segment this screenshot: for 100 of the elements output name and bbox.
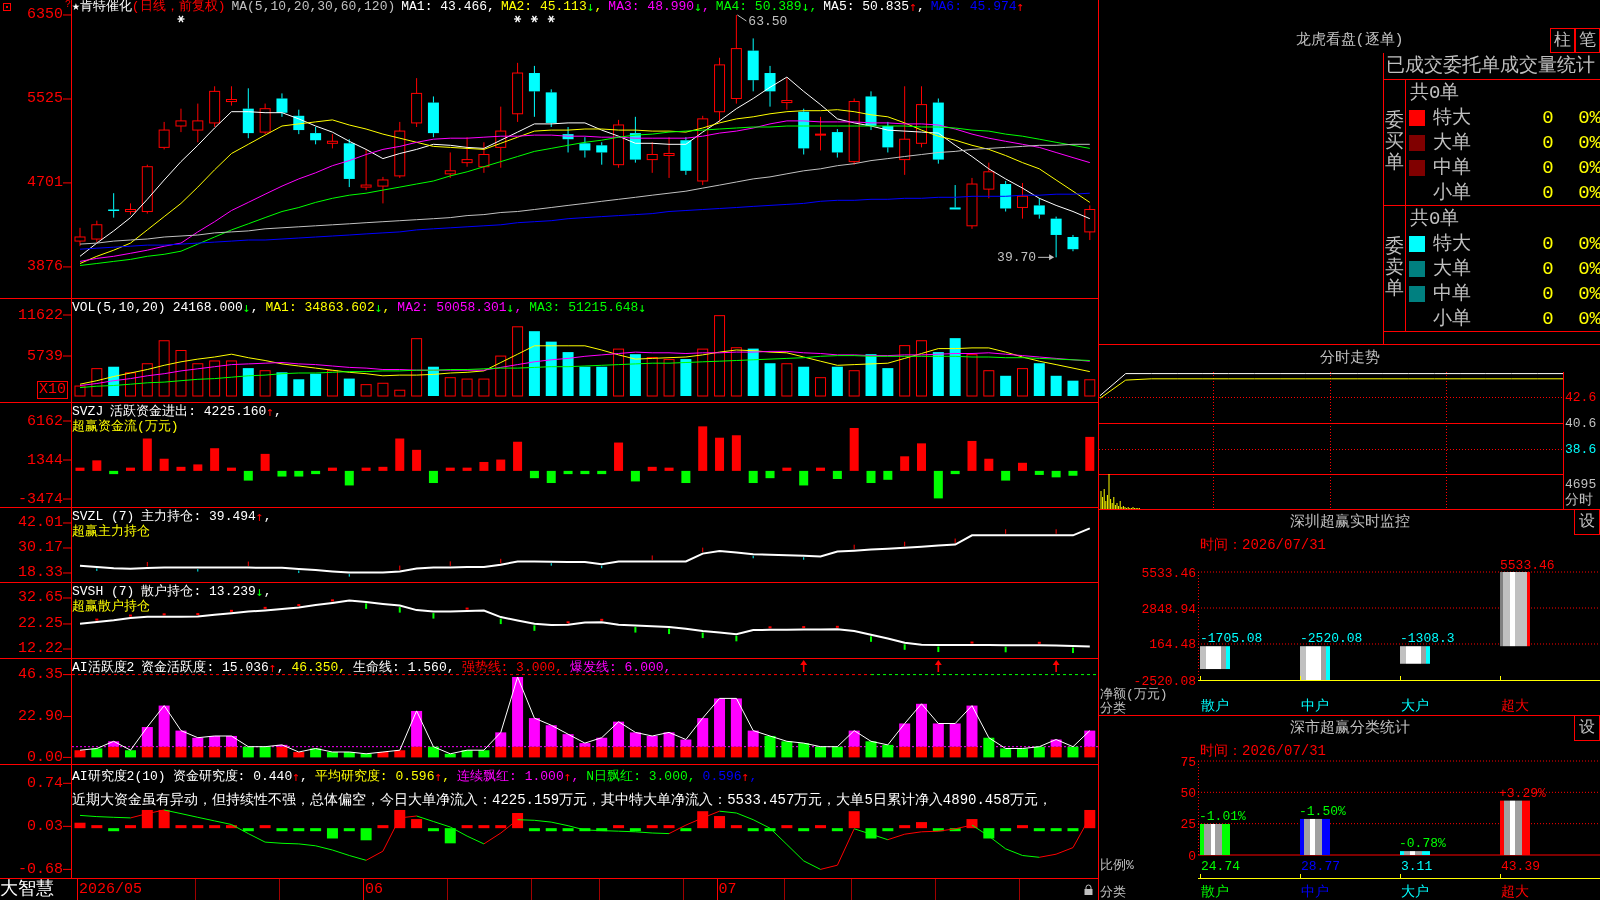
separator-text: , [250, 300, 259, 315]
data-label: 43.39 [1501, 859, 1540, 874]
axis-tick-label: 50 [1180, 785, 1196, 801]
category-label: 中户 [1301, 884, 1329, 900]
category-label: 大户 [1401, 698, 1429, 714]
separator-text: , [274, 404, 282, 419]
order-count: 0 [1542, 106, 1554, 129]
category-label: 大户 [1401, 884, 1429, 900]
category-label: 中户 [1301, 698, 1329, 714]
order-size-label: 特大 [1433, 106, 1471, 129]
order-count: 0 [1542, 156, 1554, 179]
data-label: 3.11 [1401, 859, 1433, 874]
order-total: 共0单 [1410, 81, 1460, 104]
axis-tick-label: 5533.46 [1141, 565, 1196, 581]
legend-value: 24168.000 [172, 300, 243, 315]
axis-tick-label: 0 [1188, 848, 1196, 864]
order-count: 0 [1542, 131, 1554, 154]
trend-arrow: ↑ [292, 769, 301, 784]
order-size-label: 大单 [1433, 257, 1471, 280]
order-size-label: 中单 [1433, 156, 1471, 179]
data-label: -2520.08 [1300, 631, 1363, 647]
change-label: -0.78% [1399, 836, 1446, 852]
legend-value: MA1: 34863.602 [265, 300, 375, 315]
legend-value: 强势线: 3.000, [461, 660, 563, 675]
axis-tick-label: 5525 [27, 91, 63, 107]
axis-tick-label: 3876 [27, 259, 63, 275]
axis-tick-label: -0.68 [18, 861, 63, 877]
order-size-label: 小单 [1433, 181, 1471, 204]
axis-tick-label: 0.74 [27, 775, 63, 791]
axis-tick-label: 6162 [27, 413, 63, 429]
panel-title: 分时走势 [1319, 349, 1380, 368]
axis-tick-label: 42.01 [18, 515, 63, 531]
order-size-label: 中单 [1433, 282, 1471, 305]
axis-tick-label: 46.35 [18, 667, 63, 683]
trend-arrow: ↓ [801, 0, 810, 14]
period-label: (日线，前复权) [131, 0, 226, 14]
axis-tick-label: 5739 [27, 348, 63, 364]
axis-tick-label: 4701 [27, 175, 63, 191]
separator-text: , [263, 509, 272, 524]
trend-arrow: ↑ [255, 509, 264, 524]
axis-tick-label: 11622 [18, 307, 63, 323]
axis-tick-label: -3474 [18, 491, 63, 507]
axis-tick-label: 18.33 [18, 565, 63, 581]
trend-arrow: ↓ [506, 300, 515, 315]
order-count: 0 [1542, 232, 1554, 255]
panel-title: 深圳超赢实时监控 [1289, 512, 1410, 533]
price-axis-label: 42.6 [1565, 390, 1597, 406]
axis-tick-label: 1344 [27, 452, 63, 468]
trend-arrow: ↓ [638, 300, 647, 315]
axis-tick-label: 0.00 [27, 749, 63, 765]
axis-tick-label: 32.65 [18, 590, 63, 606]
axis-tick-label: -2520.08 [1133, 673, 1196, 689]
time-label: 时间：2026/07/31 [1200, 743, 1326, 759]
trend-arrow: ↑ [741, 769, 750, 784]
date-label: 07 [718, 880, 737, 900]
category-label: 超大 [1501, 884, 1529, 900]
order-count: 0 [1542, 181, 1554, 204]
data-label: 24.74 [1201, 859, 1240, 874]
legend-value: 46.350, [291, 660, 347, 675]
change-label: +3.29% [1499, 785, 1546, 801]
separator-text: , [916, 0, 925, 14]
category-label: 散户 [1201, 698, 1229, 714]
axis-title: 净额(万元) [1100, 687, 1168, 702]
indicator-name: SVZL (7) [72, 509, 135, 524]
volume-axis-label: 4695 [1565, 477, 1597, 492]
legend-value: 生命线: 1.560, [353, 660, 455, 675]
trend-arrow: ↓ [255, 584, 264, 599]
trend-arrow: ↑ [563, 769, 572, 784]
analysis-text: 近期大资金虽有异动，但持续性不强，总体偏空，今日大单净流入：4225.159万元，其中特大单净流入：5533.457万元，大单5日累计净入4890.458万元， [72, 792, 1053, 808]
indicator-subtitle: 超赢散户持仓 [72, 599, 150, 614]
ma-params-label: MA(5,10,20,30,60,120) [231, 0, 396, 14]
separator-text: , [594, 0, 603, 14]
order-size-label: 小单 [1433, 307, 1471, 330]
change-label: -1.01% [1199, 809, 1246, 824]
legend-value: MA4: 50.389 [715, 0, 802, 14]
trend-arrow: ↓ [242, 300, 251, 315]
axis-tick-label: 22.90 [18, 708, 63, 724]
low-price-label: 39.70 [997, 250, 1037, 266]
order-count: 0 [1542, 282, 1554, 305]
axis-tick-label: 6350 [27, 7, 63, 23]
price-axis-label: 38.6 [1565, 442, 1597, 458]
legend-value: MA6: 45.974 [930, 0, 1017, 14]
data-label: -1705.08 [1200, 631, 1263, 647]
time-label: 时间：2026/07/31 [1200, 537, 1326, 553]
separator-text: , [263, 584, 272, 599]
panel-title: 龙虎看盘(逐单) [1295, 33, 1404, 51]
separator-text: , [276, 660, 285, 675]
separator-text: , [514, 300, 523, 315]
trend-arrow: ↑ [1016, 0, 1025, 14]
separator-text: , [809, 0, 818, 14]
date-label: 06 [365, 880, 384, 900]
separator-text: , [300, 769, 308, 784]
separator-text: , [442, 769, 451, 784]
indicator-name: VOL(5,10,20) [72, 300, 166, 315]
order-size-label: 特大 [1433, 232, 1471, 255]
separator-text: , [749, 769, 758, 784]
legend-value: 资金研究度: 0.440 [172, 769, 293, 784]
high-price-label: 63.50 [748, 14, 788, 29]
unit-label: 分时 [1565, 492, 1593, 508]
panel-title: 深市超赢分类统计 [1289, 718, 1410, 739]
